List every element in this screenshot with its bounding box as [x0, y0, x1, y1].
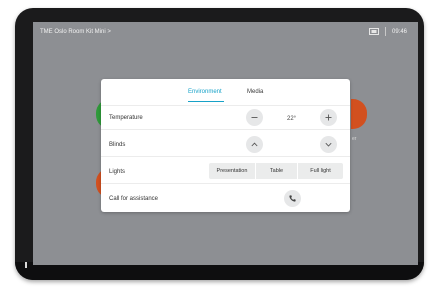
- lights-mode-selector: Presentation Table Full light: [209, 163, 343, 179]
- blinds-down-button[interactable]: [320, 136, 337, 153]
- row-divider: [101, 183, 350, 184]
- temperature-value: 22°: [287, 116, 297, 122]
- room-title-chevron: >: [107, 29, 111, 35]
- tab-media[interactable]: Media: [247, 89, 263, 95]
- room-controls-panel: Environment Media Temperature 22° Blinds…: [101, 79, 350, 212]
- room-title[interactable]: TME Oslo Room Kit Mini >: [40, 29, 111, 35]
- blinds-up-button[interactable]: [246, 136, 263, 153]
- lights-option-full-light[interactable]: Full light: [298, 163, 343, 179]
- chevron-down-icon: [325, 142, 332, 147]
- minus-icon: [251, 117, 258, 118]
- panel-tabs: Environment Media: [101, 79, 350, 106]
- tab-environment[interactable]: Environment: [188, 89, 222, 95]
- screen-share-icon[interactable]: [369, 28, 379, 36]
- status-led: [25, 262, 27, 268]
- touch-screen: TME Oslo Room Kit Mini > 09:46 er Enviro…: [33, 22, 418, 265]
- lights-label: Lights: [109, 169, 126, 175]
- plus-icon: [325, 114, 332, 121]
- chevron-up-icon: [251, 142, 258, 147]
- room-title-text: TME Oslo Room Kit Mini: [40, 29, 106, 35]
- top-bar: TME Oslo Room Kit Mini > 09:46: [33, 22, 418, 44]
- temperature-decrease-button[interactable]: [246, 109, 263, 126]
- call-for-assistance-label: Call for assistance: [109, 196, 159, 202]
- action-button-background: [351, 99, 367, 129]
- active-tab-indicator: [188, 101, 224, 102]
- blinds-label: Blinds: [109, 142, 126, 148]
- lights-option-presentation[interactable]: Presentation: [209, 163, 255, 179]
- row-divider: [101, 156, 350, 157]
- background-label: er: [352, 136, 357, 142]
- temperature-label: Temperature: [109, 115, 143, 121]
- row-divider: [101, 129, 350, 130]
- temperature-increase-button[interactable]: [320, 109, 337, 126]
- status-separator: [385, 27, 386, 36]
- phone-icon: [289, 195, 296, 202]
- lights-option-table[interactable]: Table: [256, 163, 297, 179]
- clock: 09:46: [392, 29, 408, 35]
- call-for-assistance-button[interactable]: [284, 190, 301, 207]
